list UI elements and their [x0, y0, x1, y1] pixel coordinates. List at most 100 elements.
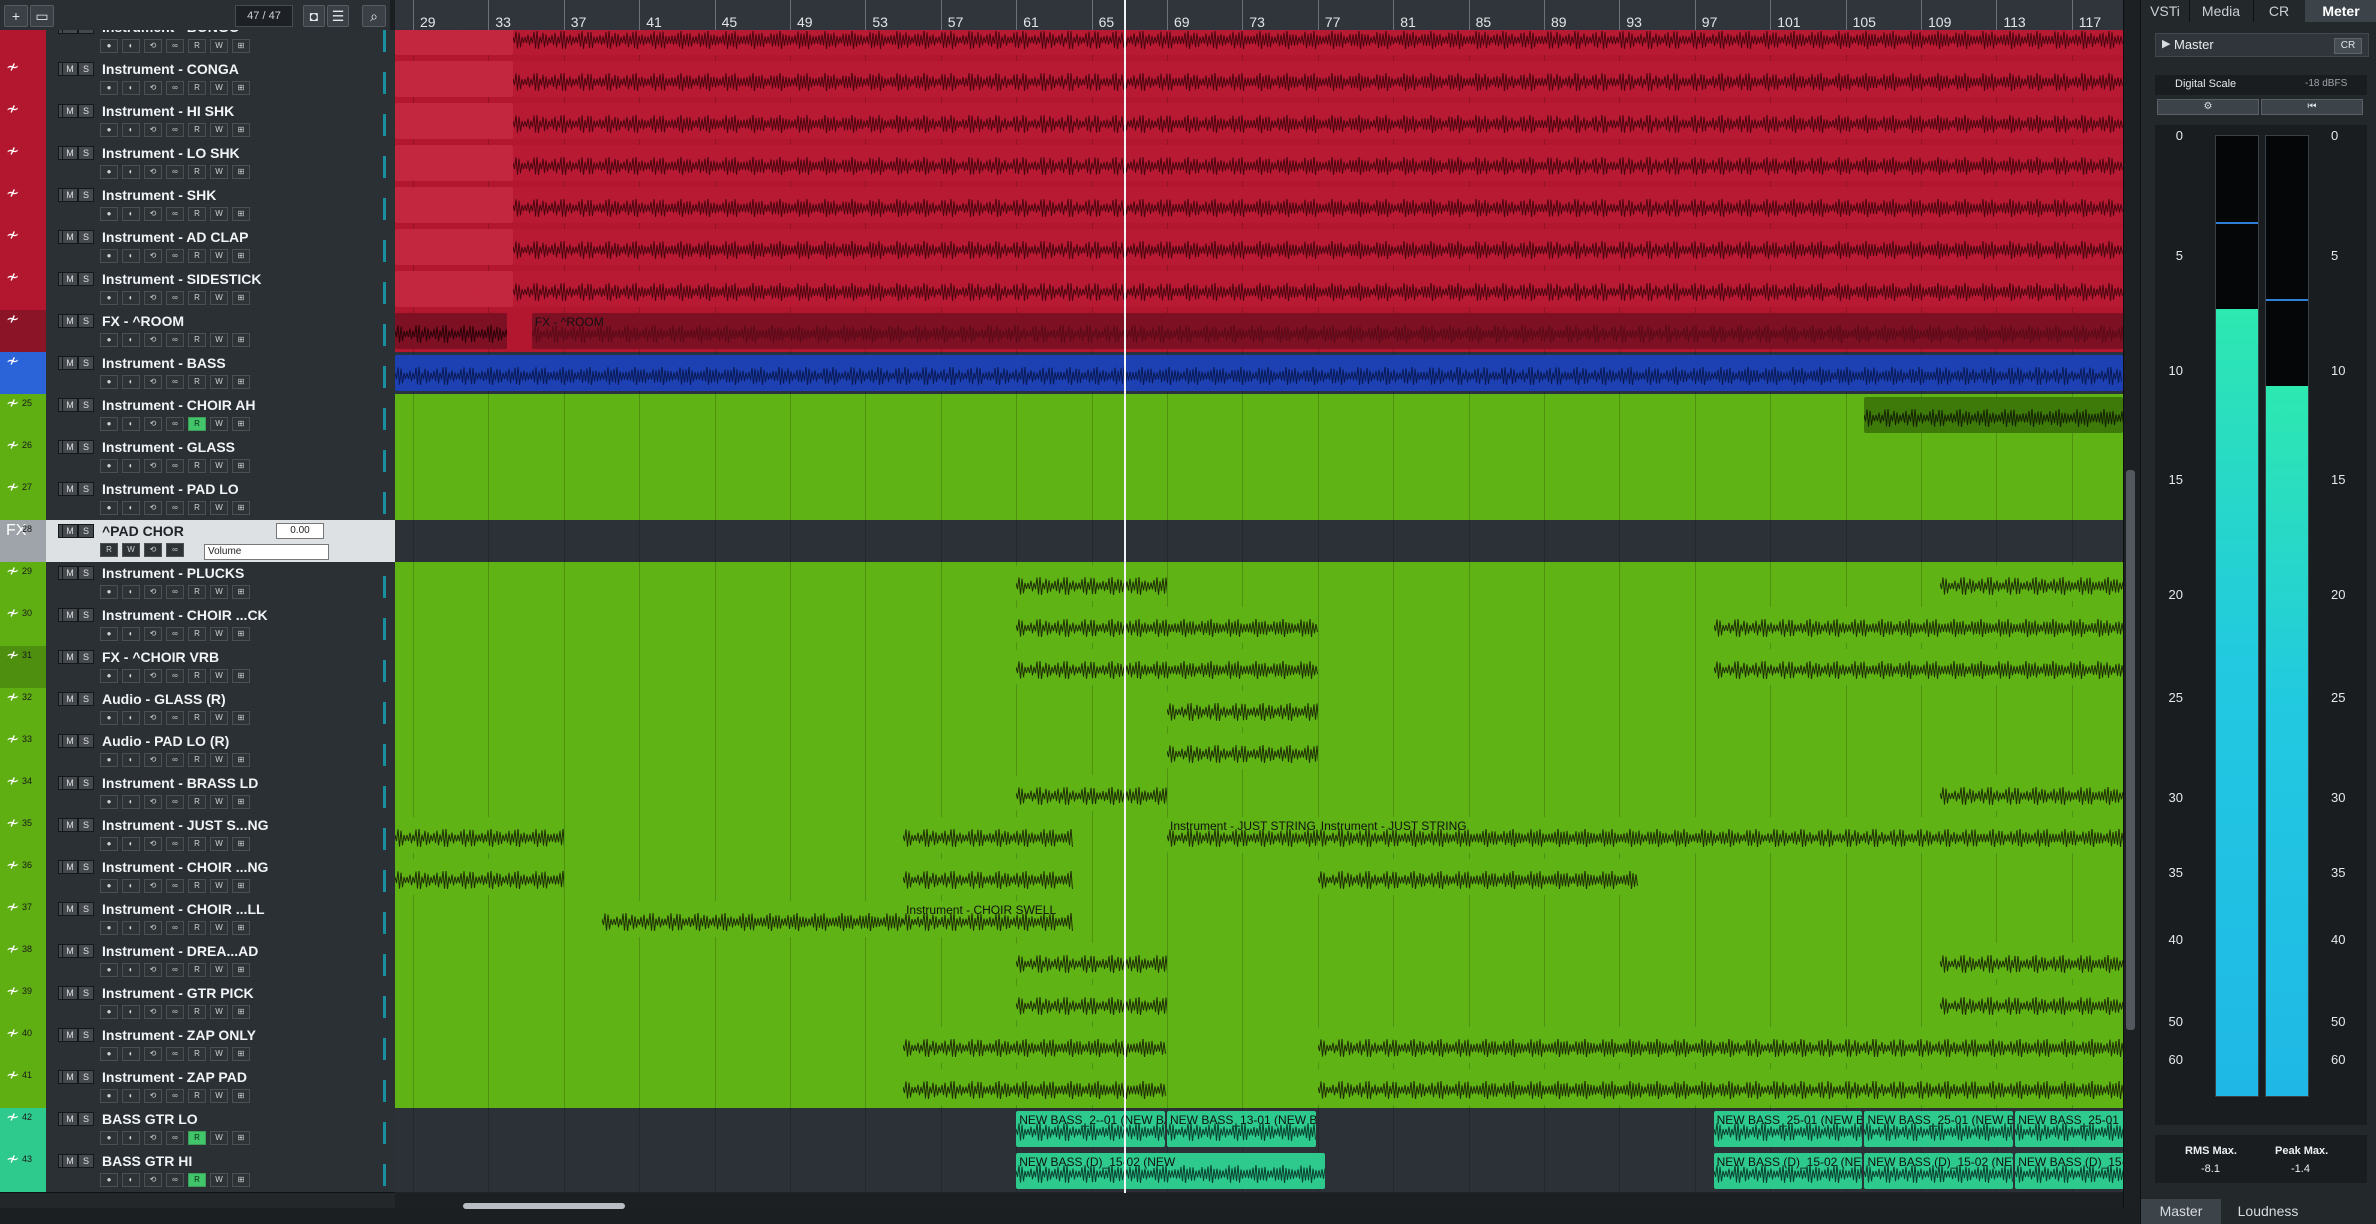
read-automation-button[interactable]: R: [188, 1047, 206, 1061]
mute-button[interactable]: M: [62, 230, 78, 244]
audio-event[interactable]: [512, 145, 2123, 181]
edit-button[interactable]: ⟲: [144, 333, 162, 347]
track-color-strip[interactable]: ≁ 31: [0, 646, 46, 688]
monitor-button[interactable]: ◐: [122, 207, 140, 221]
track-name[interactable]: Instrument - PLUCKS: [102, 565, 244, 581]
mute-button[interactable]: M: [62, 1112, 78, 1126]
record-button[interactable]: ●: [100, 753, 118, 767]
audio-event[interactable]: [1016, 649, 1318, 685]
record-button[interactable]: ●: [100, 249, 118, 263]
record-button[interactable]: ●: [100, 627, 118, 641]
monitor-button[interactable]: ◐: [122, 669, 140, 683]
track-header[interactable]: ≁ 36 M S Instrument - CHOIR ...NG ● ◐ ⟲ ∞ R W ⊞: [0, 856, 395, 899]
track-name[interactable]: BASS GTR HI: [102, 1153, 192, 1169]
monitor-button[interactable]: ◐: [122, 165, 140, 179]
track-color-strip[interactable]: ≁ 42: [0, 1108, 46, 1150]
link-button[interactable]: ∞: [166, 963, 184, 977]
track-color-strip[interactable]: ≁ 35: [0, 814, 46, 856]
track-header[interactable]: ≁ 29 M S Instrument - PLUCKS ● ◐ ⟲ ∞ R W ⊞: [0, 562, 395, 605]
mute-button[interactable]: M: [62, 272, 78, 286]
edit-button[interactable]: ⟲: [144, 669, 162, 683]
ruler-bar-65[interactable]: 65: [1091, 0, 1114, 30]
channel-settings-button[interactable]: ⊞: [232, 711, 250, 725]
ruler-bar-113[interactable]: 113: [1996, 0, 2026, 30]
read-automation-button[interactable]: R: [188, 921, 206, 935]
track-lane[interactable]: [395, 142, 2123, 185]
track-header[interactable]: ≁ 27 M S Instrument - PAD LO ● ◐ ⟲ ∞ R W ⊞: [0, 478, 395, 521]
edit-button[interactable]: ⟲: [144, 753, 162, 767]
record-button[interactable]: ●: [100, 165, 118, 179]
ruler-bar-53[interactable]: 53: [865, 0, 888, 30]
solo-button[interactable]: S: [78, 272, 94, 286]
track-header[interactable]: ≁ 39 M S Instrument - GTR PICK ● ◐ ⟲ ∞ R W ⊞: [0, 982, 395, 1025]
audio-event[interactable]: [395, 61, 513, 97]
audio-event[interactable]: [1939, 565, 2123, 601]
audio-event[interactable]: [1864, 397, 2123, 433]
tab-vsti[interactable]: VSTi: [2141, 0, 2190, 22]
write-automation-button[interactable]: W: [210, 837, 228, 851]
track-name[interactable]: Instrument - SIDESTICK: [102, 271, 261, 287]
edit-button[interactable]: ⟲: [144, 375, 162, 389]
record-button[interactable]: ●: [100, 81, 118, 95]
track-color-strip[interactable]: ≁ 27: [0, 478, 46, 520]
read-automation-button[interactable]: R: [188, 459, 206, 473]
link-button[interactable]: ∞: [166, 1089, 184, 1103]
read-automation-button[interactable]: R: [188, 249, 206, 263]
automation-parameter[interactable]: Volume: [204, 544, 329, 560]
channel-settings-button[interactable]: ⊞: [232, 459, 250, 473]
tab-loudness[interactable]: Loudness: [2223, 1199, 2313, 1224]
monitor-button[interactable]: ◐: [122, 711, 140, 725]
track-header[interactable]: ≁ MS Instrument - BONGO ● ◐ ⟲ ∞ RW ⊞: [0, 30, 395, 59]
solo-button[interactable]: S: [78, 734, 94, 748]
mute-button[interactable]: M: [62, 902, 78, 916]
track-lane[interactable]: [395, 520, 2123, 563]
channel-settings-button[interactable]: ⊞: [232, 795, 250, 809]
ruler-bar-29[interactable]: 29: [413, 0, 436, 30]
link-button[interactable]: ∞: [166, 249, 184, 263]
mute-button[interactable]: M: [62, 524, 78, 538]
mute-button[interactable]: M: [62, 440, 78, 454]
write-automation-button[interactable]: W: [210, 207, 228, 221]
read-automation-button[interactable]: R: [188, 1005, 206, 1019]
write-automation-button[interactable]: W: [210, 165, 228, 179]
read-automation-button[interactable]: R: [188, 585, 206, 599]
ruler-bar-101[interactable]: 101: [1770, 0, 1801, 30]
track-color-strip[interactable]: FX 28: [0, 520, 46, 562]
track-lane[interactable]: [395, 1066, 2123, 1109]
link-button[interactable]: ∞: [166, 711, 184, 725]
track-header[interactable]: ≁ 30 M S Instrument - CHOIR ...CK ● ◐ ⟲ ∞ R W ⊞: [0, 604, 395, 647]
ruler-bar-61[interactable]: 61: [1016, 0, 1039, 30]
audio-event[interactable]: [1713, 607, 2123, 643]
meter-reset-button[interactable]: ⏮: [2261, 99, 2363, 115]
track-color-strip[interactable]: ≁ 40: [0, 1024, 46, 1066]
track-name[interactable]: Instrument - PAD LO: [102, 481, 239, 497]
write-automation-button[interactable]: W: [210, 249, 228, 263]
mute-button[interactable]: M: [62, 608, 78, 622]
audio-event[interactable]: [395, 859, 564, 895]
read-automation-button[interactable]: R: [188, 501, 206, 515]
ruler-bar-77[interactable]: 77: [1317, 0, 1340, 30]
track-color-strip[interactable]: ≁: [0, 352, 46, 394]
mute-button[interactable]: M: [62, 944, 78, 958]
edit-button[interactable]: ⟲: [144, 963, 162, 977]
mute-button[interactable]: M: [62, 482, 78, 496]
audio-event[interactable]: [395, 103, 513, 139]
track-color-strip[interactable]: ≁: [0, 30, 46, 58]
audio-event[interactable]: [1317, 859, 1639, 895]
write-automation-button[interactable]: W: [210, 375, 228, 389]
read-automation-button[interactable]: R: [188, 669, 206, 683]
edit-button[interactable]: ⟲: [144, 417, 162, 431]
solo-button[interactable]: S: [78, 818, 94, 832]
solo-button[interactable]: S: [78, 188, 94, 202]
monitor-button[interactable]: ◐: [122, 123, 140, 137]
audio-event[interactable]: [512, 103, 2123, 139]
channel-settings-button[interactable]: ⊞: [232, 501, 250, 515]
cr-button[interactable]: CR: [2334, 38, 2362, 54]
link-button[interactable]: ∞: [166, 627, 184, 641]
channel-settings-button[interactable]: ⊞: [232, 333, 250, 347]
solo-button[interactable]: S: [78, 1028, 94, 1042]
audio-event[interactable]: NEW BASS_25-01 (NEW BA: [1864, 1111, 2014, 1147]
track-name[interactable]: Instrument - GLASS: [102, 439, 235, 455]
record-button[interactable]: ●: [100, 879, 118, 893]
channel-settings-button[interactable]: ⊞: [232, 417, 250, 431]
